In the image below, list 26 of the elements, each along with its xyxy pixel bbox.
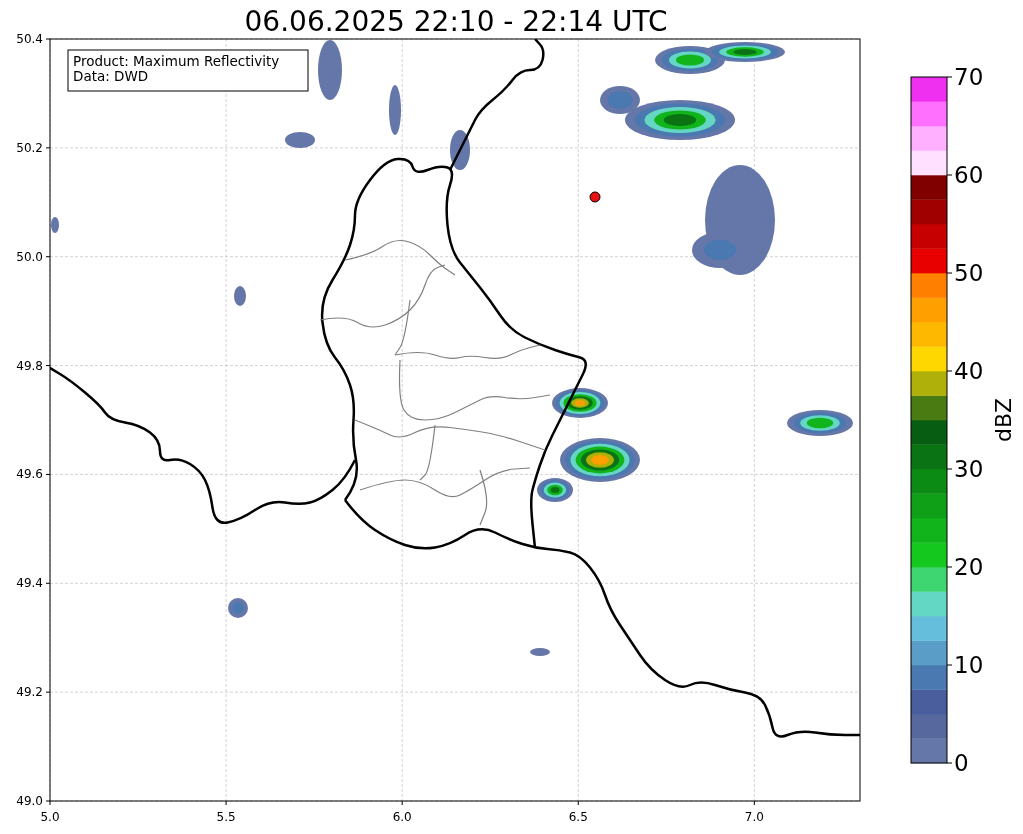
axis-tick-label: 50.2 xyxy=(16,140,43,155)
axis-tick-label: 5.0 xyxy=(40,810,60,824)
colorbar-tick-label: 60 xyxy=(954,162,984,188)
axis-tick-label: 50.0 xyxy=(16,249,43,264)
colorbar-tick-label: 50 xyxy=(954,260,984,286)
axis-tick-label: 49.8 xyxy=(16,358,43,373)
axis-tick-label: 5.5 xyxy=(216,810,236,824)
colorbar-label: dBZ xyxy=(991,397,1016,443)
info-text: Product: Maximum Reflectivity xyxy=(73,53,280,69)
colorbar-tick-label: 10 xyxy=(954,652,984,678)
axis-tick-label: 49.0 xyxy=(16,794,43,808)
axis-tick-label: 50.4 xyxy=(16,32,43,46)
axis-tick-label: 7.0 xyxy=(744,810,764,824)
axis-tick-label: 49.4 xyxy=(16,576,43,591)
colorbar-tick-label: 70 xyxy=(954,64,984,90)
colorbar-tick-label: 30 xyxy=(954,456,984,482)
colorbar-tick-label: 0 xyxy=(954,750,969,776)
chart-title: 06.06.2025 22:10 - 22:14 UTC xyxy=(244,5,668,38)
axis-tick-label: 49.2 xyxy=(16,685,43,700)
axis-tick-label: 6.5 xyxy=(568,810,588,824)
axis-tick-label: 6.0 xyxy=(392,810,412,824)
axis-tick-label: 49.6 xyxy=(16,467,43,482)
info-text: Data: DWD xyxy=(73,68,149,84)
colorbar-tick-label: 20 xyxy=(954,554,984,580)
colorbar-tick-label: 40 xyxy=(954,358,984,384)
location-marker xyxy=(589,191,601,203)
